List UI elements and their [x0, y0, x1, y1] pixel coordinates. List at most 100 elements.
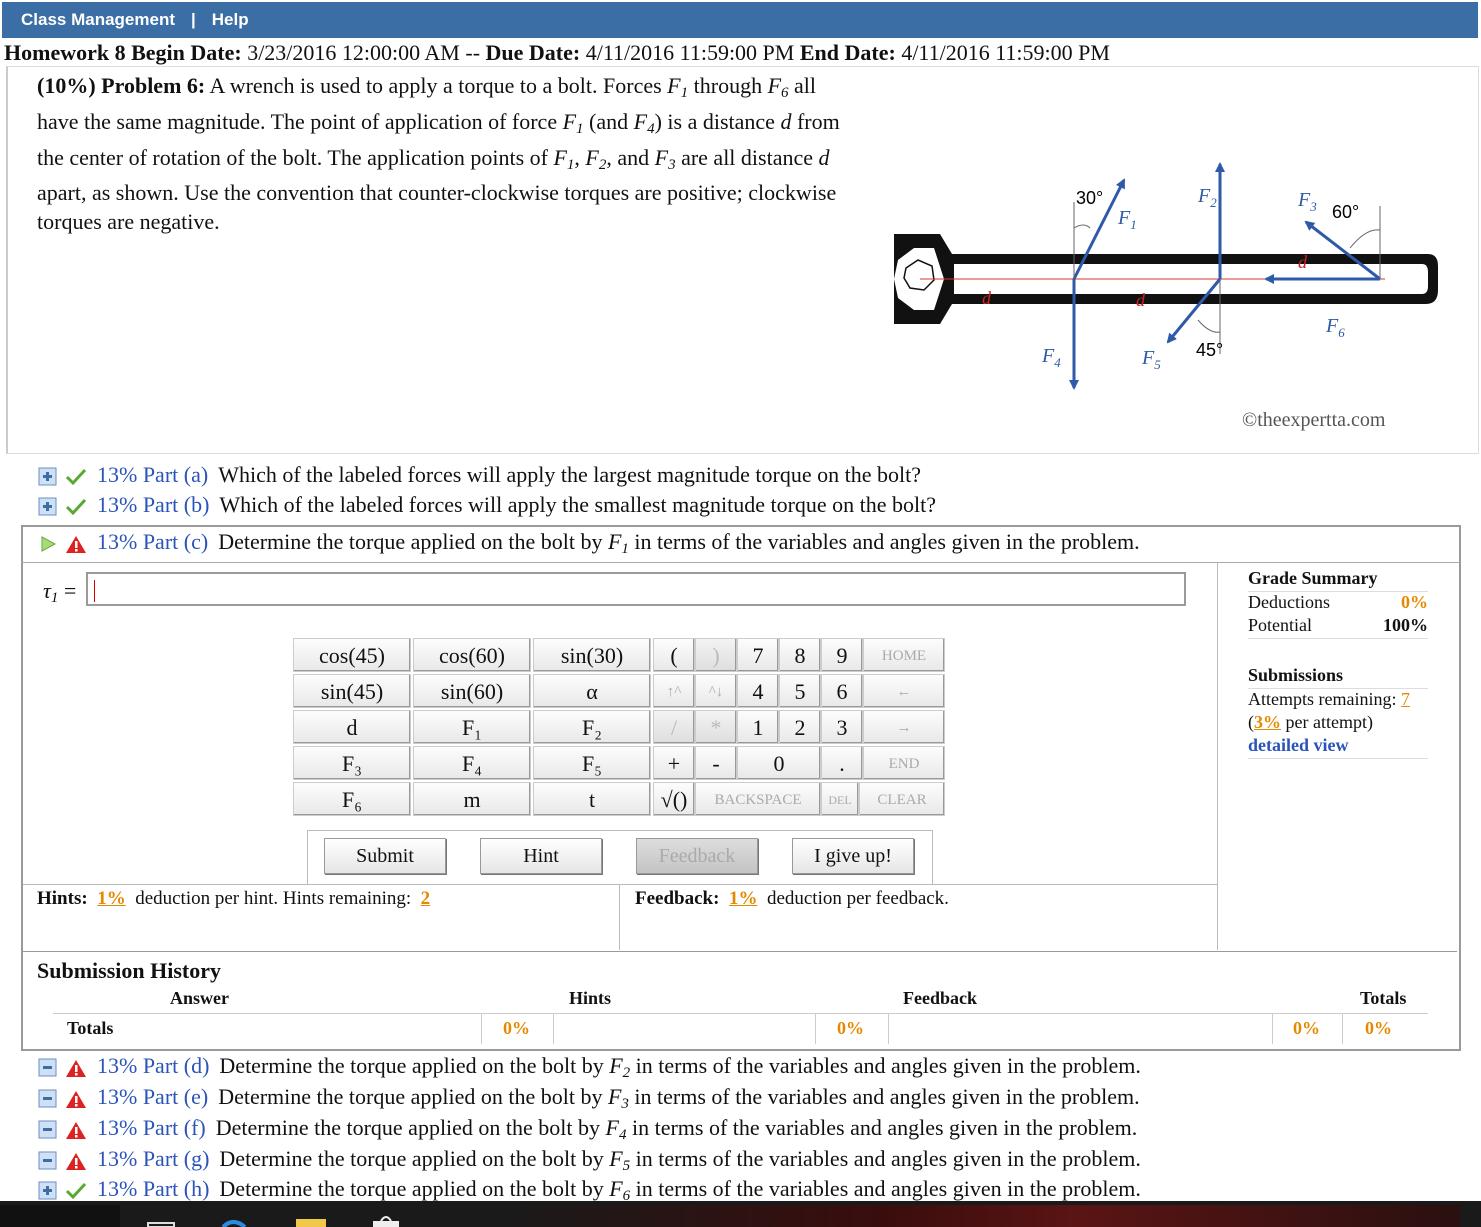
key-backspace[interactable]: BACKSPACE: [695, 782, 821, 816]
divider: [553, 1014, 554, 1044]
key-1[interactable]: 1: [737, 710, 779, 744]
key-t[interactable]: t: [533, 782, 651, 816]
submit-button[interactable]: Submit: [324, 838, 446, 874]
key-f2[interactable]: F₂: [533, 710, 651, 744]
key-d[interactable]: d: [293, 710, 411, 744]
key-sin45[interactable]: sin(45): [293, 674, 411, 708]
nav-separator: |: [191, 10, 196, 29]
collapse-icon[interactable]: [38, 1089, 58, 1109]
part-d-text-post: in terms of the variables and angles giv…: [630, 1053, 1141, 1078]
key-cos45[interactable]: cos(45): [293, 638, 411, 672]
key-m[interactable]: m: [413, 782, 531, 816]
part-g-row[interactable]: 13% Part (g) Determine the torque applied…: [38, 1146, 1141, 1176]
hints-remaining: 2: [420, 888, 431, 909]
key-f5[interactable]: F₅: [533, 746, 651, 780]
part-d-row[interactable]: 13% Part (d) Determine the torque applied…: [38, 1053, 1141, 1083]
collapse-icon[interactable]: [38, 1058, 58, 1078]
start-area[interactable]: [0, 1205, 120, 1227]
part-f-label[interactable]: 13% Part (f): [97, 1115, 206, 1140]
problem-text-seg: through: [688, 73, 768, 98]
feedback-button[interactable]: Feedback: [636, 838, 758, 874]
part-c-row[interactable]: 13% Part (c) Determine the torque applied…: [38, 529, 1140, 559]
part-f-row[interactable]: 13% Part (f) Determine the torque applied…: [38, 1115, 1137, 1145]
part-g-label[interactable]: 13% Part (g): [97, 1146, 209, 1171]
key-sqrt[interactable]: √(): [653, 782, 695, 816]
collapse-icon[interactable]: [38, 1151, 58, 1171]
part-b-row[interactable]: 13% Part (b) Which of the labeled forces …: [38, 492, 936, 522]
key-superscript[interactable]: ↑^: [653, 674, 695, 708]
key-open-paren[interactable]: (: [653, 638, 695, 672]
key-3[interactable]: 3: [821, 710, 863, 744]
top-nav-bar: Class Management | Help: [2, 2, 1478, 38]
checkmark-icon: [65, 498, 86, 516]
expand-icon[interactable]: [38, 497, 58, 517]
class-management-link[interactable]: Class Management: [21, 10, 175, 29]
problem-statement: (10%) Problem 6: A wrench is used to app…: [37, 73, 840, 235]
divider: [888, 1014, 889, 1044]
task-view-icon[interactable]: [140, 1205, 190, 1227]
answer-input[interactable]: [86, 572, 1186, 606]
key-2[interactable]: 2: [779, 710, 821, 744]
watermark: ©theexpertta.com: [1242, 409, 1386, 431]
edge-browser-icon[interactable]: [215, 1205, 265, 1227]
key-close-paren[interactable]: ): [695, 638, 737, 672]
key-5[interactable]: 5: [779, 674, 821, 708]
key-end[interactable]: END: [863, 746, 945, 780]
key-4[interactable]: 4: [737, 674, 779, 708]
total-answer: 0%: [503, 1018, 530, 1038]
key-left-arrow[interactable]: ←: [863, 674, 945, 708]
hint-button[interactable]: Hint: [480, 838, 602, 874]
part-a-row[interactable]: 13% Part (a) Which of the labeled forces …: [38, 462, 921, 492]
key-divide[interactable]: /: [653, 710, 695, 744]
divider: [1217, 563, 1218, 950]
part-a-label[interactable]: 13% Part (a): [97, 462, 208, 487]
key-f4[interactable]: F₄: [413, 746, 531, 780]
part-e-label[interactable]: 13% Part (e): [97, 1084, 208, 1109]
part-e-row[interactable]: 13% Part (e) Determine the torque applied…: [38, 1084, 1140, 1114]
begin-date: 3/23/2016 12:00:00 AM: [247, 40, 460, 65]
part-b-label[interactable]: 13% Part (b): [97, 492, 209, 517]
key-f1[interactable]: F₁: [413, 710, 531, 744]
part-g-text-post: in terms of the variables and angles giv…: [630, 1146, 1141, 1171]
expand-icon[interactable]: [38, 467, 58, 487]
key-minus[interactable]: -: [695, 746, 737, 780]
key-f3[interactable]: F₃: [293, 746, 411, 780]
key-multiply[interactable]: *: [695, 710, 737, 744]
key-cos60[interactable]: cos(60): [413, 638, 531, 672]
key-subscript[interactable]: ^↓: [695, 674, 737, 708]
key-f6[interactable]: F₆: [293, 782, 411, 816]
file-explorer-icon[interactable]: [290, 1205, 340, 1227]
hints-info: Hints: 1% deduction per hint. Hints rema…: [37, 888, 430, 910]
key-alpha[interactable]: α: [533, 674, 651, 708]
expand-icon[interactable]: [38, 1181, 58, 1201]
taskbar-background: [500, 1205, 1460, 1227]
key-sin60[interactable]: sin(60): [413, 674, 531, 708]
give-up-button[interactable]: I give up!: [792, 838, 914, 874]
part-g-force: F5: [609, 1146, 631, 1174]
help-link[interactable]: Help: [212, 10, 249, 29]
key-6[interactable]: 6: [821, 674, 863, 708]
play-triangle-icon[interactable]: [38, 534, 58, 554]
part-d-label[interactable]: 13% Part (d): [97, 1053, 209, 1078]
part-c-label[interactable]: 13% Part (c): [97, 529, 208, 554]
collapse-icon[interactable]: [38, 1120, 58, 1140]
part-e-text-post: in terms of the variables and angles giv…: [628, 1084, 1140, 1109]
detailed-view-link[interactable]: detailed view: [1248, 735, 1349, 755]
store-icon[interactable]: [365, 1205, 415, 1227]
key-home[interactable]: HOME: [863, 638, 945, 672]
key-del[interactable]: DEL: [821, 782, 859, 816]
problem-text-seg: , and: [606, 144, 655, 170]
key-7[interactable]: 7: [737, 638, 779, 672]
key-clear[interactable]: CLEAR: [859, 782, 945, 816]
key-right-arrow[interactable]: →: [863, 710, 945, 744]
key-9[interactable]: 9: [821, 638, 863, 672]
key-sin30[interactable]: sin(30): [533, 638, 651, 672]
key-decimal[interactable]: .: [821, 746, 863, 780]
feedback-info: Feedback: 1% deduction per feedback.: [635, 888, 949, 910]
divider: [619, 884, 620, 950]
key-0[interactable]: 0: [737, 746, 821, 780]
part-h-label[interactable]: 13% Part (h): [97, 1176, 209, 1201]
problem-heading: (10%) Problem 6:: [37, 73, 206, 98]
key-plus[interactable]: +: [653, 746, 695, 780]
key-8[interactable]: 8: [779, 638, 821, 672]
